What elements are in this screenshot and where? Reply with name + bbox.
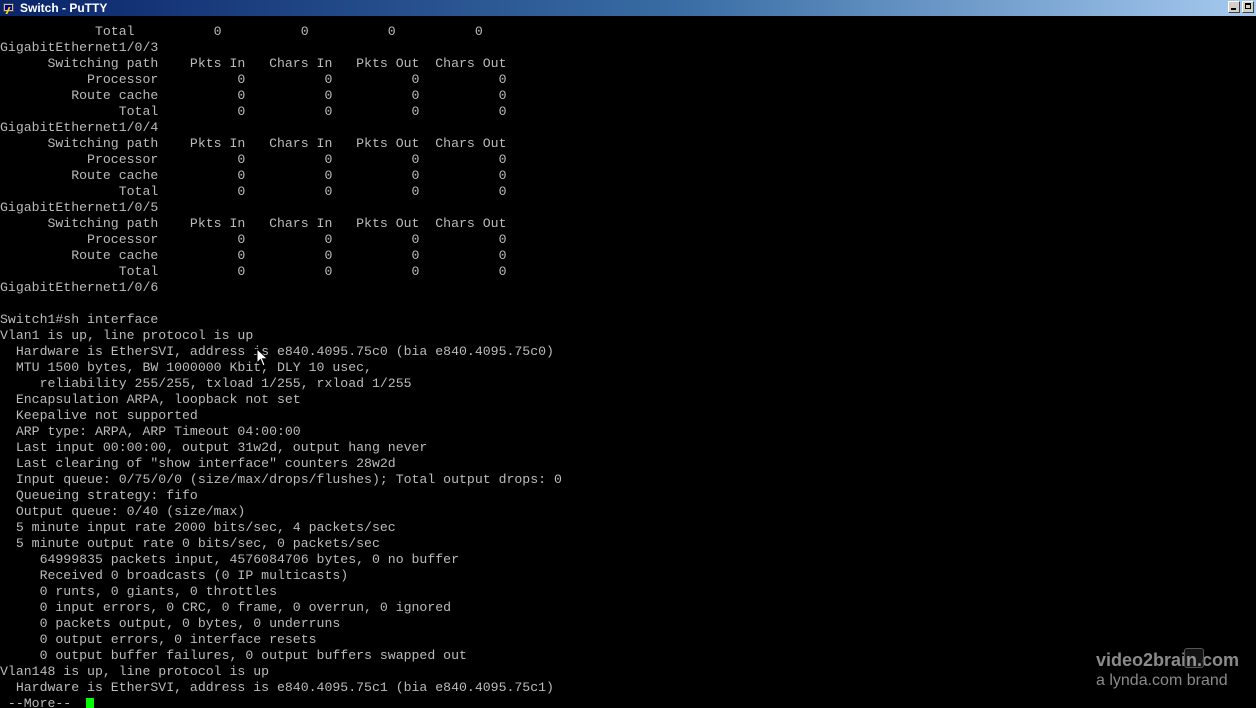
window-title: Switch - PuTTY (20, 1, 108, 15)
watermark-line1: video2brain.com (1096, 650, 1240, 670)
putty-icon[interactable] (2, 2, 18, 15)
minimize-icon[interactable] (1228, 1, 1240, 13)
video2brain-watermark: video2brain.com a lynda.com brand (1096, 648, 1256, 698)
putty-window: Switch - PuTTY Total 0 0 0 0 GigabitEther… (0, 0, 1256, 708)
terminal-line: Switching path Pkts In Chars In Pkts Out… (0, 56, 507, 71)
watermark-line2: a lynda.com brand (1096, 672, 1228, 689)
terminal-line: Vlan148 is up, line protocol is up (0, 664, 270, 679)
terminal-line: GigabitEthernet1/0/4 (0, 120, 159, 135)
terminal-line: Total 0 0 0 0 (0, 24, 483, 39)
terminal-line: Total 0 0 0 0 (0, 264, 507, 279)
terminal-line: Processor 0 0 0 0 (0, 72, 507, 87)
terminal-line: 0 input errors, 0 CRC, 0 frame, 0 overru… (0, 600, 452, 615)
terminal-line: ARP type: ARPA, ARP Timeout 04:00:00 (0, 424, 301, 439)
terminal-line: Switching path Pkts In Chars In Pkts Out… (0, 216, 507, 231)
terminal-line: Hardware is EtherSVI, address is e840.40… (0, 344, 554, 359)
terminal-line: Total 0 0 0 0 (0, 184, 507, 199)
terminal-line: GigabitEthernet1/0/5 (0, 200, 159, 215)
terminal-line: Route cache 0 0 0 0 (0, 88, 507, 103)
terminal-line: 5 minute input rate 2000 bits/sec, 4 pac… (0, 520, 396, 535)
terminal-line: Route cache 0 0 0 0 (0, 248, 507, 263)
window-controls (1228, 1, 1254, 13)
title-bar[interactable]: Switch - PuTTY (0, 0, 1256, 16)
terminal-line: 0 packets output, 0 bytes, 0 underruns (0, 616, 341, 631)
terminal-line: Total 0 0 0 0 (0, 104, 507, 119)
terminal-line: Encapsulation ARPA, loopback not set (0, 392, 301, 407)
terminal-line: 5 minute output rate 0 bits/sec, 0 packe… (0, 536, 380, 551)
terminal-line: 0 output errors, 0 interface resets (0, 632, 317, 647)
terminal-line: reliability 255/255, txload 1/255, rxloa… (0, 376, 412, 391)
mouse-pointer-icon (256, 348, 269, 367)
terminal-line: 0 runts, 0 giants, 0 throttles (0, 584, 277, 599)
terminal-line: 64999835 packets input, 4576084706 bytes… (0, 552, 459, 567)
terminal-line: GigabitEthernet1/0/6 (0, 280, 159, 295)
terminal-line: Keepalive not supported (0, 408, 198, 423)
terminal-line: Vlan1 is up, line protocol is up (0, 328, 254, 343)
more-prompt: --More-- (0, 696, 80, 708)
terminal-line: Input queue: 0/75/0/0 (size/max/drops/fl… (0, 472, 562, 487)
terminal-cursor (86, 697, 95, 708)
terminal-line: GigabitEthernet1/0/3 (0, 40, 159, 55)
terminal-line: Processor 0 0 0 0 (0, 152, 507, 167)
terminal-line: 0 output buffer failures, 0 output buffe… (0, 648, 467, 663)
terminal-line: Queueing strategy: fifo (0, 488, 198, 503)
terminal-line: Switch1#sh interface (0, 312, 159, 327)
terminal-line: Output queue: 0/40 (size/max) (0, 504, 246, 519)
terminal-line: Route cache 0 0 0 0 (0, 168, 507, 183)
play-overlay-icon (1184, 648, 1204, 668)
terminal-line: Switching path Pkts In Chars In Pkts Out… (0, 136, 507, 151)
terminal-line: Hardware is EtherSVI, address is e840.40… (0, 680, 554, 695)
maximize-icon[interactable] (1242, 1, 1254, 13)
terminal-output[interactable]: Total 0 0 0 0 GigabitEthernet1/0/3 Switch… (0, 24, 1256, 708)
terminal-line: Processor 0 0 0 0 (0, 232, 507, 247)
more-prompt-line: --More-- (0, 696, 1256, 708)
terminal-line: Last clearing of "show interface" counte… (0, 456, 396, 471)
terminal-line: MTU 1500 bytes, BW 1000000 Kbit, DLY 10 … (0, 360, 372, 375)
terminal-line: Received 0 broadcasts (0 IP multicasts) (0, 568, 349, 583)
terminal-line: Last input 00:00:00, output 31w2d, outpu… (0, 440, 428, 455)
